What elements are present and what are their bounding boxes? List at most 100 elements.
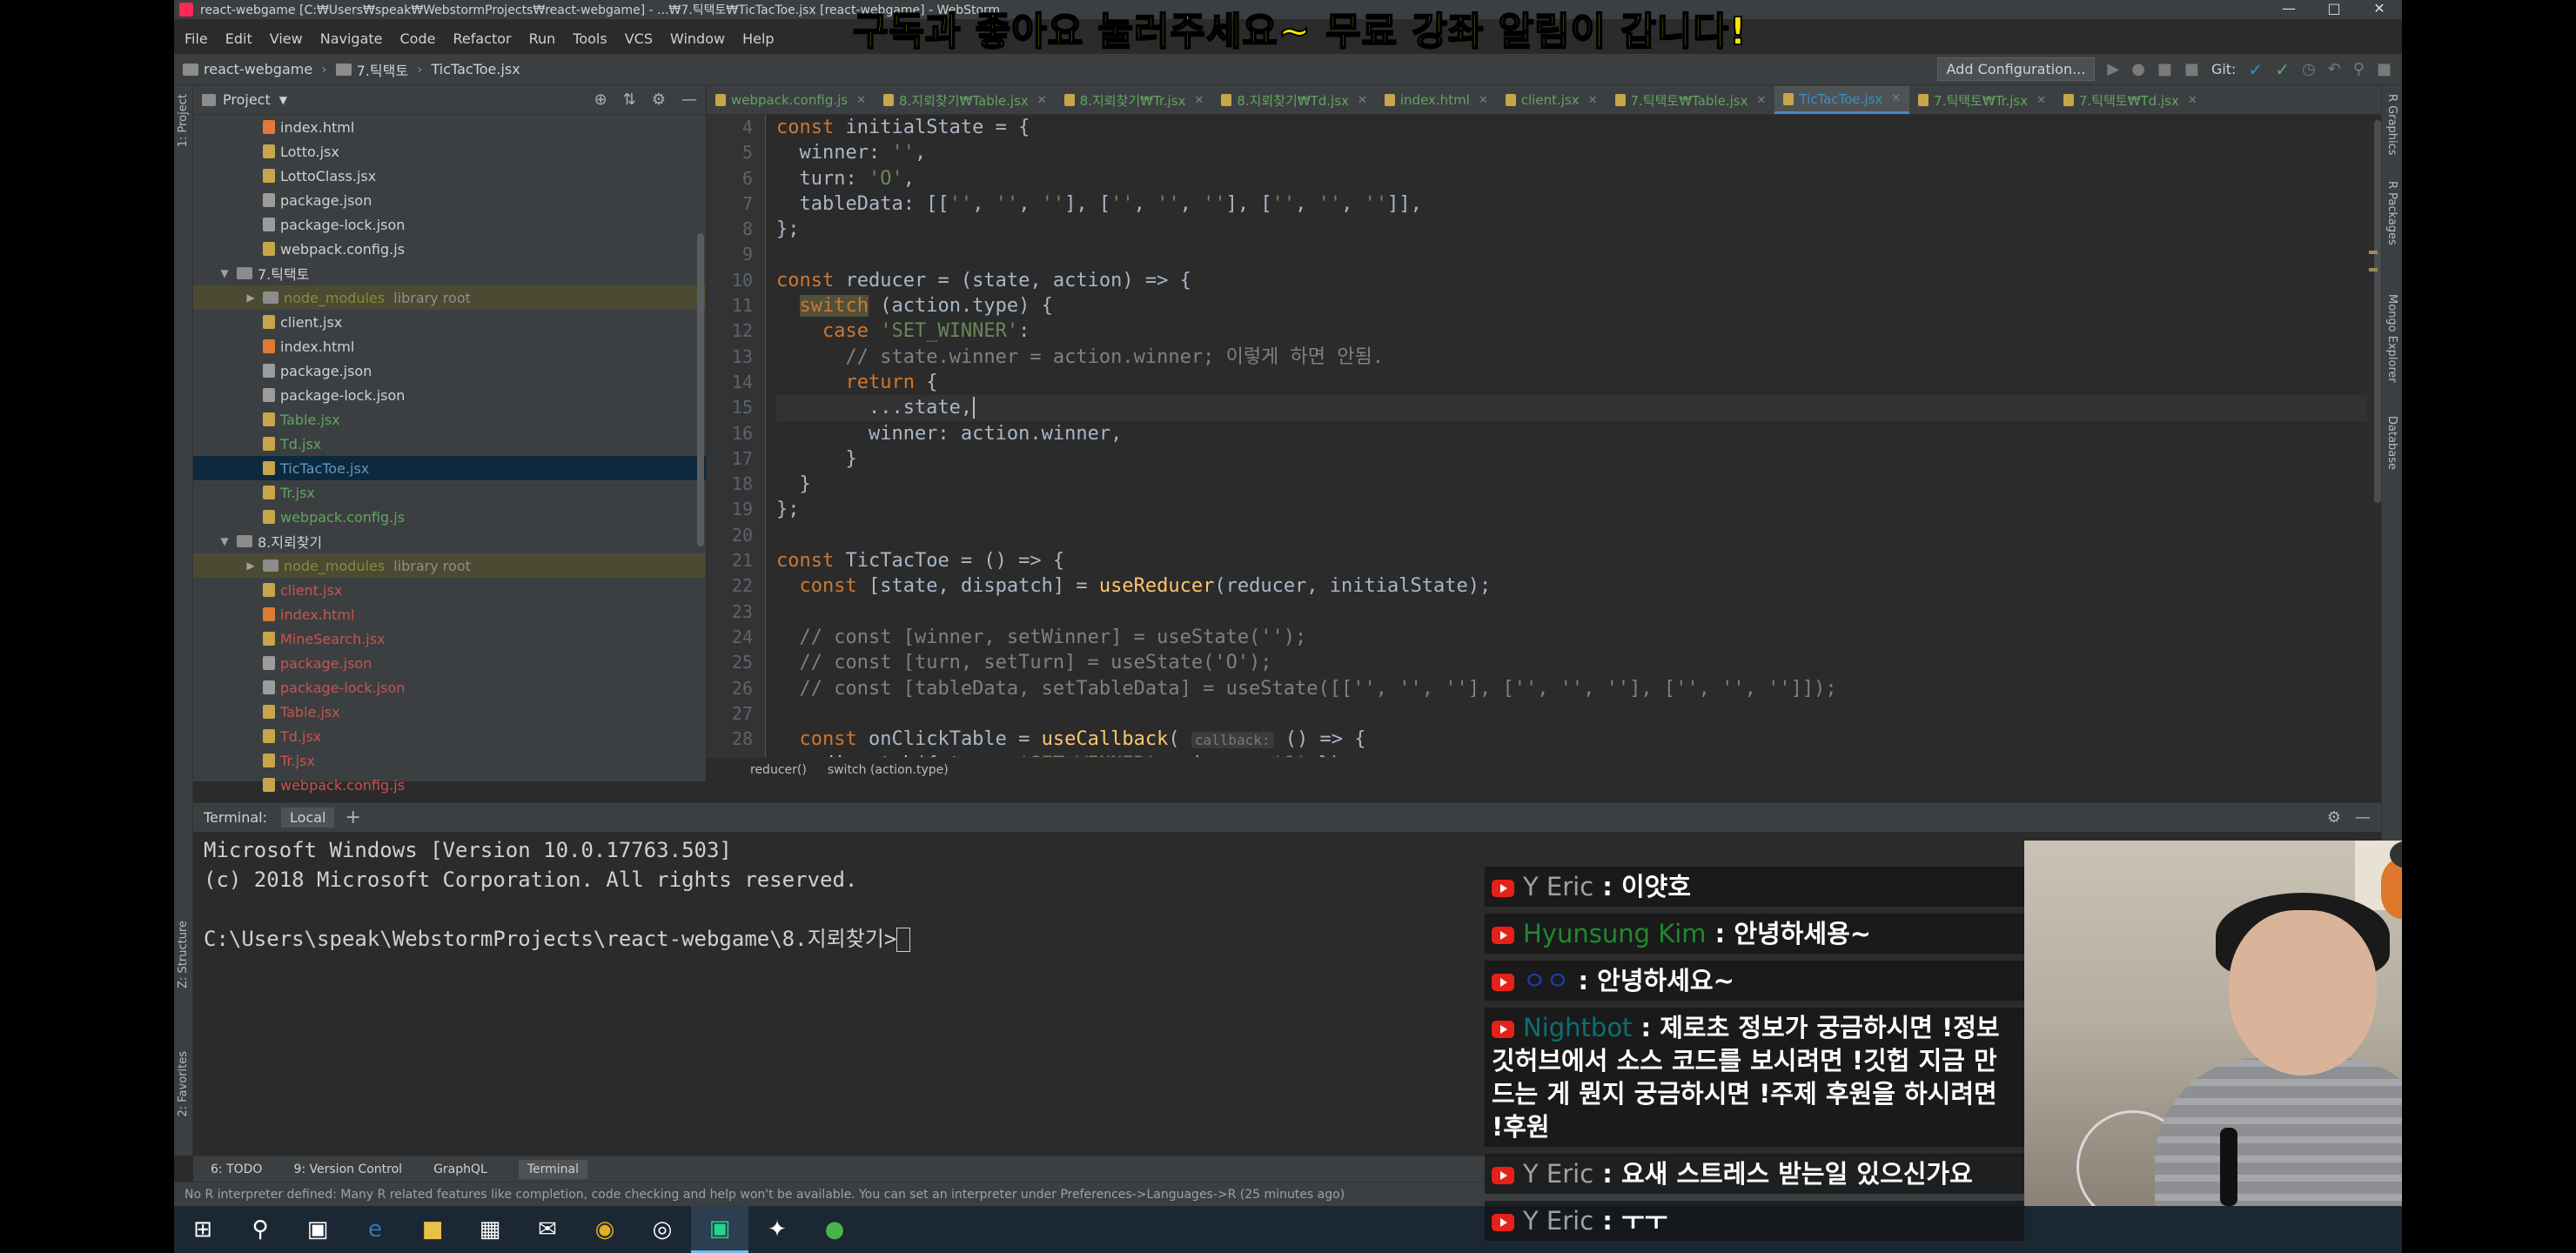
close-tab-icon[interactable]: ✕ <box>2188 94 2197 107</box>
project-panel-title[interactable]: Project <box>223 91 271 108</box>
r-graphics-tab[interactable]: R Graphics <box>2385 94 2398 156</box>
collapse-icon[interactable]: ⇅ <box>623 90 636 109</box>
tree-item[interactable]: webpack.config.js <box>193 773 706 797</box>
editor-tab[interactable]: TicTacToe.jsx ✕ <box>1774 86 1910 114</box>
menu-navigate[interactable]: Navigate <box>320 30 383 47</box>
menu-tools[interactable]: Tools <box>573 30 607 47</box>
database-tab[interactable]: Database <box>2385 416 2398 470</box>
locate-icon[interactable]: ⊕ <box>594 90 607 109</box>
structure-tool-tab[interactable]: Z: Structure <box>177 921 190 988</box>
menu-window[interactable]: Window <box>670 30 725 47</box>
coverage-icon[interactable]: ■ <box>2157 60 2172 78</box>
menu-run[interactable]: Run <box>529 30 556 47</box>
gear-icon[interactable]: ⚙ <box>652 90 666 109</box>
chevron-right-icon[interactable]: ▶ <box>244 559 258 572</box>
menu-file[interactable]: File <box>184 30 208 47</box>
project-scrollbar[interactable] <box>697 233 704 546</box>
edge-icon[interactable]: e <box>346 1206 404 1253</box>
code-area[interactable]: const initialState = { winner: '', turn:… <box>776 115 2367 757</box>
search-icon[interactable]: ⚲ <box>231 1206 289 1253</box>
chevron-down-icon[interactable]: ▼ <box>218 535 231 547</box>
run-icon[interactable]: ▶ <box>2107 60 2119 78</box>
r-packages-tab[interactable]: R Packages <box>2385 181 2398 245</box>
tree-item[interactable]: Table.jsx <box>193 407 706 432</box>
new-terminal-button[interactable]: + <box>345 807 360 828</box>
windows-start-icon[interactable]: ⊞ <box>174 1206 231 1253</box>
settings-icon[interactable]: ■ <box>2377 60 2392 78</box>
warning-marker[interactable] <box>2369 251 2378 254</box>
debug-icon[interactable]: ● <box>2131 60 2145 78</box>
tree-item[interactable]: Tr.jsx <box>193 748 706 773</box>
close-tab-icon[interactable]: ✕ <box>1194 94 1204 107</box>
tree-item[interactable]: package.json <box>193 651 706 675</box>
tree-item[interactable]: LottoClass.jsx <box>193 164 706 188</box>
warning-marker[interactable] <box>2369 268 2378 271</box>
tree-item[interactable]: package.json <box>193 188 706 212</box>
close-tab-icon[interactable]: ✕ <box>2036 94 2046 107</box>
editor-tab[interactable]: 7.틱택토₩Tr.jsx ✕ <box>1909 86 2055 114</box>
breadcrumb-file[interactable]: TicTacToe.jsx <box>431 61 520 77</box>
tree-item[interactable]: ▼ 7.틱택토 <box>193 261 706 285</box>
editor-tab[interactable]: 8.지뢰찾기₩Table.jsx ✕ <box>875 86 1056 114</box>
chevron-down-icon[interactable]: ▼ <box>279 94 287 106</box>
tree-item[interactable]: index.html <box>193 602 706 626</box>
tree-item[interactable]: client.jsx <box>193 310 706 334</box>
search-icon[interactable]: ⚲ <box>2353 60 2365 78</box>
maximize-icon[interactable]: □ <box>2311 0 2357 19</box>
webstorm-taskbar-icon[interactable]: ▣ <box>691 1206 748 1253</box>
tree-item[interactable]: ▼ 8.지뢰찾기 <box>193 529 706 553</box>
terminal-tab[interactable]: Terminal <box>518 1159 588 1179</box>
close-tab-icon[interactable]: ✕ <box>1891 92 1901 105</box>
graphql-tab[interactable]: GraphQL <box>433 1163 487 1176</box>
editor-scrollbar[interactable] <box>2374 120 2381 503</box>
menu-code[interactable]: Code <box>400 30 436 47</box>
close-tab-icon[interactable]: ✕ <box>856 94 866 107</box>
revert-icon[interactable]: ↶ <box>2328 60 2341 78</box>
hide-icon[interactable]: — <box>2355 808 2371 827</box>
close-tab-icon[interactable]: ✕ <box>1037 94 1047 107</box>
tree-item[interactable]: index.html <box>193 334 706 358</box>
add-configuration-button[interactable]: Add Configuration... <box>1936 57 2096 81</box>
tree-item[interactable]: MineSearch.jsx <box>193 626 706 651</box>
tree-item[interactable]: ▶ node_modules library root <box>193 553 706 578</box>
mail-icon[interactable]: ✉ <box>519 1206 576 1253</box>
breadcrumb-folder[interactable]: 7.틱택토 <box>357 59 408 80</box>
editor-tab[interactable]: index.html ✕ <box>1376 86 1497 114</box>
minimize-icon[interactable]: — <box>2266 0 2311 19</box>
store-icon[interactable]: ▦ <box>461 1206 519 1253</box>
version-control-tab[interactable]: 9: Version Control <box>293 1163 402 1176</box>
favorites-tool-tab[interactable]: 2: Favorites <box>177 1051 190 1117</box>
project-tool-tab[interactable]: 1: Project <box>177 94 190 147</box>
chevron-down-icon[interactable]: ▼ <box>218 267 231 279</box>
editor-tab[interactable]: 7.틱택토₩Td.jsx ✕ <box>2055 86 2206 114</box>
close-tab-icon[interactable]: ✕ <box>1588 94 1598 107</box>
slack-icon[interactable]: ✦ <box>748 1206 806 1253</box>
tree-item[interactable]: Td.jsx <box>193 724 706 748</box>
task-view-icon[interactable]: ▣ <box>289 1206 346 1253</box>
close-tab-icon[interactable]: ✕ <box>1358 94 1367 107</box>
vcs-commit-icon[interactable]: ✓ <box>2275 59 2290 80</box>
tree-item[interactable]: Tr.jsx <box>193 480 706 505</box>
app-icon[interactable]: ● <box>806 1206 863 1253</box>
obs-icon[interactable]: ◎ <box>634 1206 691 1253</box>
mongo-explorer-tab[interactable]: Mongo Explorer <box>2385 294 2398 383</box>
tree-item[interactable]: Td.jsx <box>193 432 706 456</box>
vcs-update-icon[interactable]: ✓ <box>2248 59 2263 80</box>
gear-icon[interactable]: ⚙ <box>2327 808 2341 827</box>
editor-tab[interactable]: client.jsx ✕ <box>1497 86 1607 114</box>
tree-item[interactable]: client.jsx <box>193 578 706 602</box>
code-breadcrumb-item[interactable]: reducer() <box>750 763 807 777</box>
stop-icon[interactable]: ■ <box>2184 60 2199 78</box>
editor-tab[interactable]: webpack.config.js ✕ <box>707 86 875 114</box>
tree-item[interactable]: TicTacToe.jsx <box>193 456 706 480</box>
menu-view[interactable]: View <box>270 30 303 47</box>
editor-tab[interactable]: 8.지뢰찾기₩Td.jsx ✕ <box>1212 86 1376 114</box>
editor-tab[interactable]: 8.지뢰찾기₩Tr.jsx ✕ <box>1056 86 1213 114</box>
close-tab-icon[interactable]: ✕ <box>1756 94 1766 107</box>
close-icon[interactable]: ✕ <box>2357 0 2402 19</box>
tree-item[interactable]: webpack.config.js <box>193 237 706 261</box>
breadcrumb-project[interactable]: react-webgame <box>204 61 312 77</box>
close-tab-icon[interactable]: ✕ <box>1479 94 1488 107</box>
terminal-tab-local[interactable]: Local <box>281 807 335 828</box>
menu-vcs[interactable]: VCS <box>625 30 653 47</box>
